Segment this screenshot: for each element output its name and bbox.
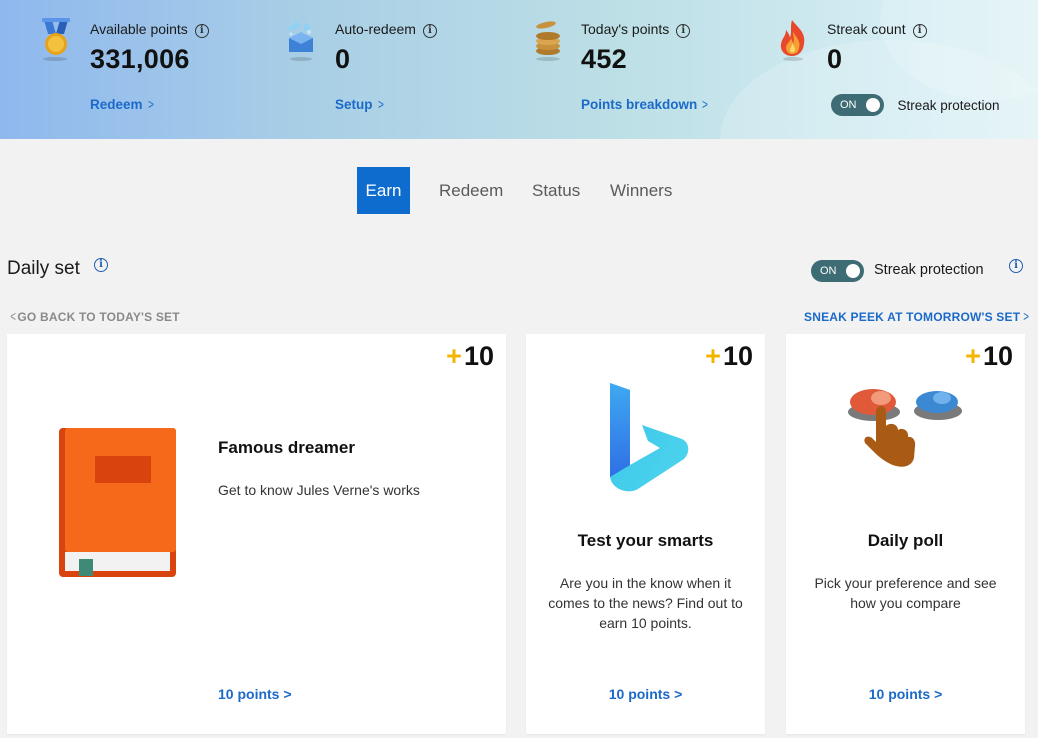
tab-redeem[interactable]: Redeem [439, 167, 503, 214]
stat-value: 331,006 [90, 44, 190, 74]
plus-icon: + [965, 341, 981, 371]
stat-value: 0 [827, 44, 843, 74]
medal-icon [42, 18, 70, 61]
tab-status[interactable]: Status [532, 167, 580, 214]
card-points: +10 [965, 341, 1013, 371]
gift-box-icon [287, 20, 313, 61]
bing-logo-icon [610, 383, 689, 492]
chevron-right-icon: > [377, 97, 384, 112]
stat-label: Auto-redeem [335, 21, 416, 37]
card-points-link[interactable]: 10 points > [526, 686, 765, 702]
info-icon[interactable]: i [94, 258, 108, 272]
card-title: Famous dreamer [218, 438, 355, 457]
points-breakdown-link[interactable]: Points breakdown > [581, 97, 709, 112]
info-icon[interactable]: i [194, 24, 209, 38]
sneak-peek-link[interactable]: SNEAK PEEK AT TOMORROW'S SET > [804, 308, 1031, 324]
streak-protection-label: Streak protection [874, 262, 984, 278]
card-description: Get to know Jules Verne's works [218, 482, 420, 498]
daily-set-streak-toggle-wrap: ON [811, 260, 864, 282]
card-description: Pick your preference and see how you com… [814, 575, 997, 611]
info-icon[interactable]: i [422, 24, 437, 38]
go-back-link[interactable]: <GO BACK TO TODAY'S SET [9, 308, 180, 324]
card-title: Daily poll [867, 531, 944, 550]
card-title: Test your smarts [577, 531, 714, 550]
info-icon[interactable]: i [1009, 259, 1023, 273]
header-streak-protection: ON Streak protection [831, 94, 1000, 116]
streak-protection-toggle[interactable]: ON [831, 94, 884, 116]
redeem-link[interactable]: Redeem > [90, 97, 154, 112]
stats-header: Available points i 331,006 Redeem > Auto-r… [0, 0, 1038, 139]
poll-buttons-icon [848, 389, 962, 467]
stat-value: 0 [335, 44, 351, 74]
flame-icon [780, 20, 805, 61]
daily-set-card-famous-dreamer[interactable]: +10 Famous dreamer Get to know Jules Ver… [7, 334, 506, 734]
daily-set-title: Daily set [7, 258, 80, 279]
chevron-right-icon: > [147, 97, 154, 112]
coin-stack-icon [536, 21, 560, 61]
stat-label: Streak count [827, 21, 906, 37]
card-points-link[interactable]: 10 points > [786, 686, 1025, 702]
card-points-link[interactable]: 10 points > [218, 686, 292, 702]
card-points: +10 [705, 341, 753, 371]
info-icon[interactable]: i [912, 24, 927, 38]
streak-protection-toggle[interactable]: ON [811, 260, 864, 282]
card-points: +10 [446, 341, 494, 371]
tab-earn[interactable]: Earn [357, 167, 410, 214]
chevron-left-icon: < [10, 308, 17, 324]
streak-protection-label: Streak protection [897, 97, 1000, 113]
toggle-knob [866, 98, 880, 112]
tab-winners[interactable]: Winners [610, 167, 672, 214]
plus-icon: + [705, 341, 721, 371]
chevron-right-icon: > [702, 97, 709, 112]
setup-link[interactable]: Setup > [335, 97, 384, 112]
daily-set-card-test-your-smarts[interactable]: +10 Test your smarts Are you in the know… [526, 334, 765, 734]
chevron-right-icon: > [1023, 308, 1030, 324]
stat-label: Today's points [581, 21, 670, 37]
plus-icon: + [446, 341, 462, 371]
stat-value: 452 [581, 44, 627, 74]
stat-label: Available points [90, 21, 188, 37]
daily-set-card-daily-poll[interactable]: +10 Daily poll Pick your preference and … [786, 334, 1025, 734]
book-icon [59, 428, 176, 577]
toggle-knob [846, 264, 860, 278]
info-icon[interactable]: i [676, 24, 691, 38]
card-description: Are you in the know when it comes to the… [548, 575, 743, 631]
